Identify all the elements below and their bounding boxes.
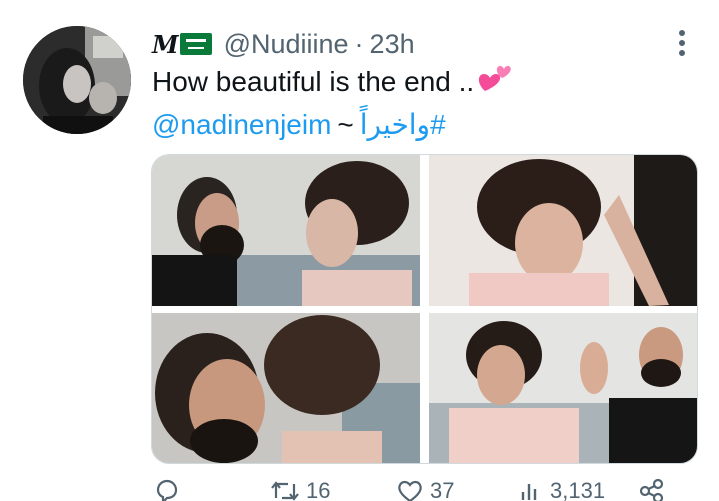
like-count: 37 xyxy=(430,478,455,501)
reply-button[interactable] xyxy=(154,478,186,501)
tweet-text: How beautiful is the end .. xyxy=(152,66,514,98)
tweet-text-line-2: @nadinenjeim ~ #واخيراً xyxy=(152,108,446,141)
views-count: 3,131 xyxy=(550,478,606,501)
photo-couple-clapping[interactable] xyxy=(429,313,697,463)
tweet-header: M @Nudiiine · 23h xyxy=(152,28,415,60)
photo-couple-embrace[interactable] xyxy=(152,313,420,463)
photo-couple-facing[interactable] xyxy=(152,155,420,306)
timestamp[interactable]: 23h xyxy=(370,29,415,60)
like-button[interactable]: 37 xyxy=(396,478,454,501)
more-vertical-icon[interactable] xyxy=(677,28,687,58)
share-icon xyxy=(639,478,664,501)
media-grid xyxy=(151,154,698,464)
photo-bride-dancing[interactable] xyxy=(429,155,697,306)
heart-icon xyxy=(398,480,422,501)
mention-link[interactable]: @nadinenjeim xyxy=(152,109,331,140)
hashtag-link[interactable]: #واخيراً xyxy=(360,109,446,140)
views-icon xyxy=(521,484,537,500)
tweet[interactable]: M @Nudiiine · 23h How beautiful is the e… xyxy=(0,0,719,501)
share-button[interactable] xyxy=(638,478,672,501)
saudi-flag-icon xyxy=(179,33,212,55)
tweet-text-line: How beautiful is the end .. xyxy=(152,66,475,97)
avatar[interactable] xyxy=(23,26,131,134)
tilde-text: ~ xyxy=(337,109,354,140)
views-button[interactable]: 3,131 xyxy=(518,478,605,501)
reply-icon xyxy=(156,479,178,501)
retweet-button[interactable]: 16 xyxy=(270,478,330,501)
tweet-actions: 16 37 3,131 xyxy=(152,478,697,501)
retweet-count: 16 xyxy=(306,478,331,501)
user-handle[interactable]: @Nudiiine xyxy=(224,29,349,60)
retweet-icon xyxy=(271,481,299,501)
display-name[interactable]: M xyxy=(152,30,179,59)
separator-dot: · xyxy=(354,28,364,59)
two-hearts-icon xyxy=(478,61,514,95)
